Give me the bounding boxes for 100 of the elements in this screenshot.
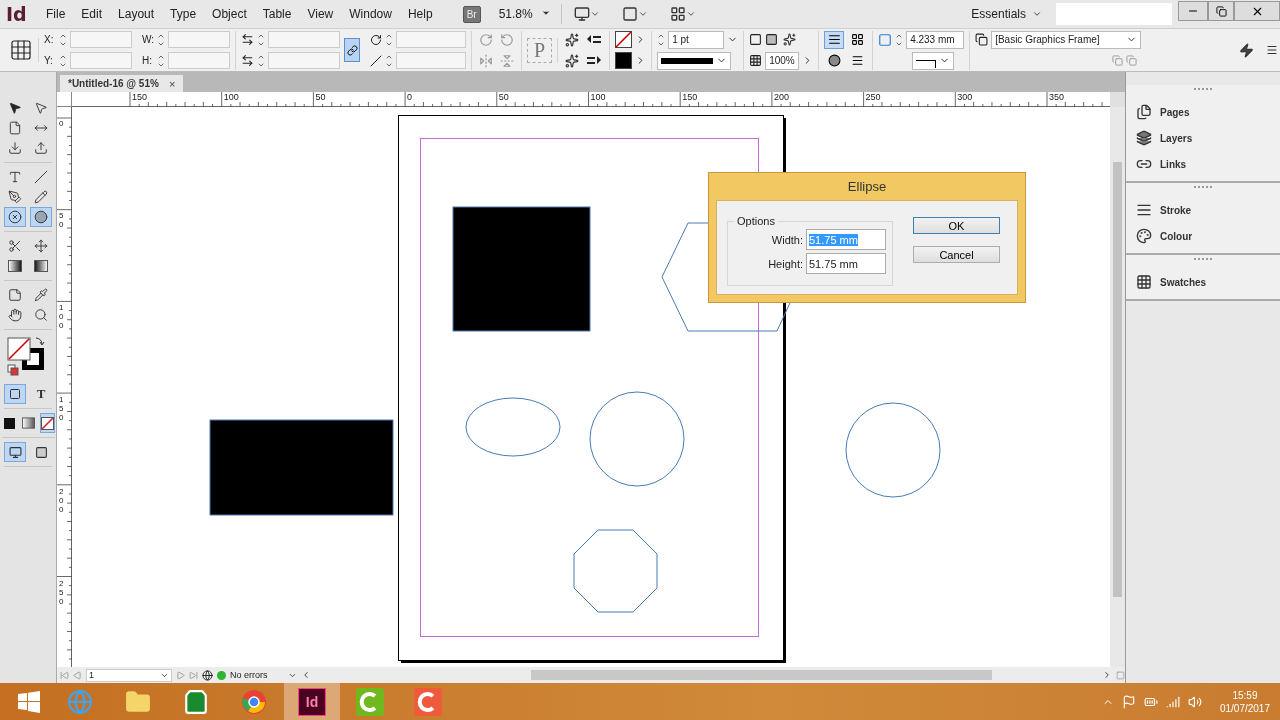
menu-item[interactable]: Layout (110, 7, 163, 21)
field-label: X: (44, 34, 55, 45)
hierarchy-right-icon (586, 54, 603, 67)
reference-point-icon[interactable] (9, 38, 33, 62)
eyedropper-icon (34, 288, 48, 302)
download-icon (8, 141, 22, 155)
ruler-origin[interactable] (57, 92, 72, 107)
menu-item[interactable]: Edit (73, 7, 111, 21)
scale-icon (241, 33, 254, 46)
drop-shadow-icon[interactable] (749, 33, 763, 46)
arc-logo-icon (414, 687, 442, 716)
stroke-swatch[interactable] (615, 52, 633, 69)
mode-button[interactable] (39, 413, 55, 433)
arrow-pointer-icon (8, 101, 22, 115)
workspace-switcher[interactable]: Essentials (957, 7, 1056, 21)
minimize-button[interactable] (1178, 1, 1208, 21)
quick-apply-button[interactable] (1237, 42, 1256, 58)
menu-item[interactable]: Window (341, 7, 400, 21)
page-number-field[interactable]: 1 (86, 668, 172, 682)
stroke-weight-field[interactable]: 1 pt (668, 30, 725, 49)
corner-options-icon[interactable] (878, 32, 893, 47)
object-style-dropdown[interactable]: [Basic Graphics Frame] (991, 30, 1142, 49)
grid-icon (1136, 274, 1152, 290)
ruler-number: 150 (682, 92, 698, 102)
page-icon (8, 121, 22, 135)
shadow-icon[interactable] (765, 33, 779, 46)
menu-item[interactable]: View (299, 7, 342, 21)
shear-icon (370, 54, 382, 67)
document-tab[interactable]: *Untitled-16 @ 51% × (60, 75, 184, 92)
field-label: H: (142, 55, 153, 66)
shear-field[interactable] (396, 52, 466, 69)
scale-y-field[interactable] (268, 52, 340, 69)
scale-x-field[interactable] (268, 31, 340, 48)
folder-icon (125, 688, 151, 715)
restore-button[interactable] (1208, 1, 1234, 21)
panel-tab[interactable]: Pages (1126, 99, 1280, 125)
taskbar-app-button[interactable]: Id (284, 683, 340, 720)
stroke-type-dropdown[interactable] (657, 51, 732, 70)
monitor-icon (8, 445, 22, 459)
dialog-button[interactable]: OK (913, 217, 1000, 234)
document-title: *Untitled-16 @ 51% (68, 78, 159, 89)
mode-button[interactable] (4, 442, 26, 462)
ruler-number: 250 (865, 92, 881, 102)
close-button[interactable] (1234, 1, 1280, 21)
caret-icon (685, 9, 696, 19)
menu-item[interactable]: Type (162, 7, 205, 21)
corner-size-field[interactable]: 4.233 mm (906, 30, 965, 49)
zoom-level-dropdown[interactable]: 51.8% (498, 7, 551, 21)
hollow-pointer-icon (34, 101, 48, 115)
constrain-button[interactable] (344, 38, 360, 62)
restore-icon (1215, 5, 1227, 17)
corner-shape-dropdown[interactable] (912, 51, 955, 70)
scale-icon (241, 54, 254, 67)
field-label: W: (142, 34, 154, 45)
shopping-bag-icon (183, 688, 209, 715)
effects-button[interactable] (781, 33, 799, 46)
panel-tab[interactable]: Colour (1126, 223, 1280, 249)
circle-icon (827, 54, 841, 67)
fill-none-swatch[interactable] (615, 31, 633, 48)
date: 01/07/2017 (1219, 701, 1270, 715)
crossed-circle-icon (8, 210, 22, 224)
menu-item[interactable]: Help (399, 7, 441, 21)
bridge-button[interactable]: Br (462, 5, 481, 23)
panel-menu-button[interactable] (1264, 44, 1280, 56)
scroll-right-icon[interactable] (1102, 670, 1112, 680)
mode-button[interactable] (4, 384, 26, 404)
ruler-number: 50 (498, 92, 509, 102)
time: 15:59 (1232, 688, 1258, 702)
signal-icon[interactable] (1165, 694, 1180, 709)
tool-button[interactable] (4, 207, 26, 227)
speaker-icon[interactable] (1187, 694, 1202, 709)
ruler-number: 200 (59, 488, 65, 515)
flag-icon[interactable] (1121, 694, 1136, 709)
mode-button[interactable]: T (30, 384, 52, 404)
panel-tab[interactable]: Links (1126, 151, 1280, 177)
width-field[interactable] (168, 31, 230, 48)
dialog-button[interactable]: Cancel (913, 246, 1000, 263)
round-logo-icon (241, 688, 267, 715)
lines-icon (850, 54, 864, 67)
panel-tab[interactable]: Layers (1126, 125, 1280, 151)
input-field[interactable]: 51.75 mm (806, 253, 886, 274)
grid-icon (850, 33, 864, 46)
tool-button[interactable] (30, 207, 52, 227)
menu-item[interactable]: Table (254, 7, 300, 21)
menu-item[interactable]: Object (204, 7, 255, 21)
opacity-field[interactable]: 100% (765, 51, 800, 70)
y-field[interactable] (70, 52, 132, 69)
close-tab-button[interactable]: × (168, 77, 176, 90)
panel-tab[interactable]: Stroke (1126, 197, 1280, 223)
app-logo: Id (6, 3, 28, 25)
app-logo: Id (298, 687, 326, 716)
ruler-number: 250 (59, 580, 65, 607)
x-field[interactable] (70, 31, 132, 48)
angle-icon (370, 33, 382, 46)
ruler-number: 150 (132, 92, 148, 102)
text-wrap-button[interactable] (824, 30, 845, 49)
rotation-field[interactable] (396, 31, 466, 48)
menu-item[interactable]: File (38, 7, 74, 21)
height-field[interactable] (168, 52, 230, 69)
ruler-number: 100 (590, 92, 606, 102)
